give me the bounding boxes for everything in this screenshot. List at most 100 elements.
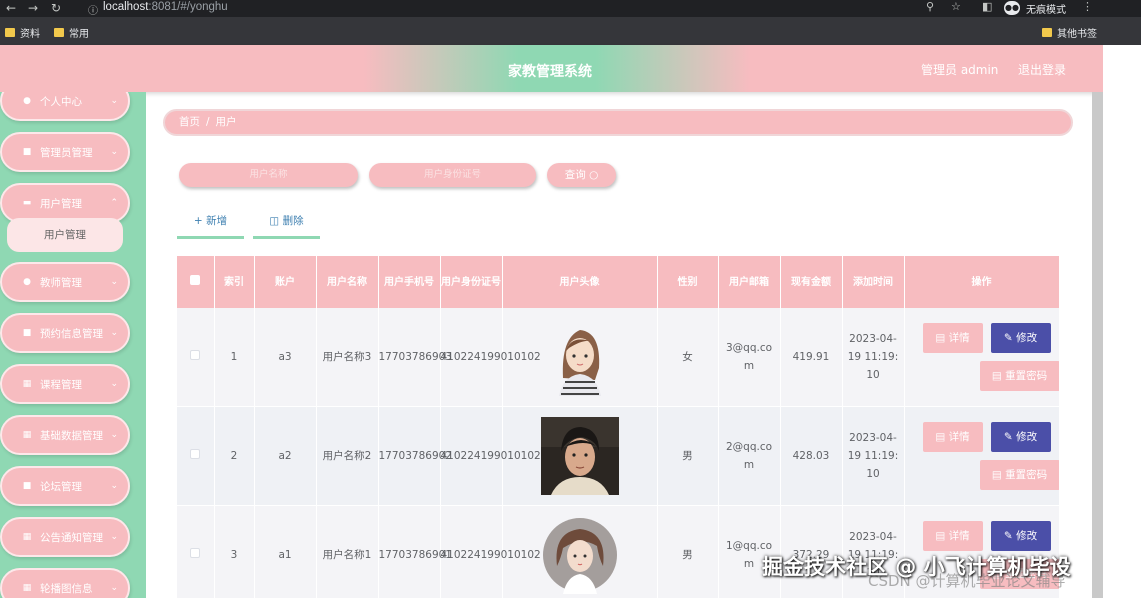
select-all-checkbox[interactable] [177,256,215,308]
bookmark-folder-ziliao[interactable]: 资料 [5,25,40,40]
folder-icon [1042,28,1052,37]
delete-row-button[interactable] [1058,323,1059,353]
pencil-icon: ✎ [1003,530,1013,542]
sidebar-item-carousel-info[interactable]: ▦ 轮播图信息 ⌄ [0,568,130,598]
bookmarks-bar: 资料 常用 其他书签 [0,17,1141,45]
bookmark-folder-other[interactable]: 其他书签 [1042,25,1097,40]
breadcrumb-home[interactable]: 首页 [179,116,200,128]
admin-label: 管理员 admin [921,63,999,77]
col-account[interactable]: 账户 [254,256,317,308]
reset-password-button[interactable]: ▤ 重置密码 [979,361,1059,391]
id-card-search-input[interactable]: 用户身份证号 [369,163,536,187]
pencil-icon: ✎ [1003,332,1013,344]
sidebar-item-admin-manage[interactable]: ■ 管理员管理 ⌄ [0,132,130,172]
col-balance[interactable]: 现有金额 [780,256,843,308]
card-icon: ▬ [22,198,32,208]
sidebar-item-course-manage[interactable]: ▦ 课程管理 ⌄ [0,364,130,404]
col-email[interactable]: 用户邮箱 [718,256,781,308]
edit-button[interactable]: ✎ 修改 [990,422,1051,452]
cell-id-card: 410224199010102002 [440,406,561,506]
edit-button[interactable]: ✎ 修改 [990,521,1051,551]
site-info-icon[interactable]: ⓘ [88,2,98,17]
bookmark-folder-changyong[interactable]: 常用 [54,25,89,40]
folder-icon [54,28,64,37]
key-icon[interactable]: ⚲ [926,0,934,13]
chevron-down-icon: ⌄ [110,96,118,106]
incognito-label[interactable]: 无痕模式 [1026,1,1066,16]
sidebar-item-notice-manage[interactable]: ▦ 公告通知管理 ⌄ [0,517,130,557]
add-button[interactable]: + 新增 [177,208,244,239]
sidebar-item-personal-center[interactable]: ● 个人中心 ⌄ [0,92,130,121]
cell-gender: 女 [657,308,719,407]
address-bar[interactable]: localhost:8081/#/yonghu [103,1,228,13]
back-icon[interactable]: ← [6,1,16,15]
chevron-down-icon: ⌄ [110,147,118,157]
sidebar-item-booking-manage[interactable]: ■ 预约信息管理 ⌄ [0,313,130,353]
sidebar-item-teacher-manage[interactable]: ● 教师管理 ⌄ [0,262,130,302]
cell-gender: 男 [657,406,719,506]
cell-account: a2 [254,406,317,506]
sidebar-item-forum-manage[interactable]: ■ 论坛管理 ⌄ [0,466,130,506]
sidebar-item-user-manage[interactable]: ▬ 用户管理 ⌃ [0,183,130,223]
cell-actions: ▤ 详情 ✎ 修改 ▤ 重置密码 [904,308,1059,407]
col-gender[interactable]: 性别 [657,256,719,308]
logout-link[interactable]: 退出登录 [1018,61,1066,78]
delete-row-button[interactable] [1058,521,1059,551]
user-name-search-input[interactable]: 用户名称 [179,163,358,187]
delete-row-button[interactable] [1058,422,1059,452]
col-id-card[interactable]: 用户身份证号 [440,256,503,308]
row-checkbox[interactable] [177,505,215,598]
cell-gender: 男 [657,505,719,598]
reset-password-button[interactable]: ▤ 重置密码 [979,460,1059,490]
col-added-time[interactable]: 添加时间 [842,256,905,308]
clipboard-icon: ■ [22,147,32,157]
col-avatar[interactable]: 用户头像 [502,256,658,308]
user-avatar-image[interactable] [540,516,619,594]
sidebar-item-base-data-manage[interactable]: ▦ 基础数据管理 ⌄ [0,415,130,455]
document-icon: ▤ [935,530,946,542]
detail-button[interactable]: ▤ 详情 [922,422,983,452]
menu-icon[interactable]: ⋮ [1082,0,1093,13]
search-button[interactable]: 查询 ○ [547,163,616,187]
row-checkbox[interactable] [177,308,215,407]
cell-phone: 17703786901 [378,505,452,598]
delete-button[interactable]: ◫ 删除 [253,208,320,239]
col-user-name[interactable]: 用户名称 [316,256,379,308]
star-icon[interactable]: ☆ [951,0,961,13]
reload-icon[interactable]: ↻ [51,1,61,15]
cell-user-name: 用户名称3 [316,308,379,407]
incognito-icon[interactable]: ●● [1004,1,1020,15]
chevron-down-icon: ⌄ [110,277,118,287]
document-icon: ▤ [935,431,946,443]
edit-button[interactable]: ✎ 修改 [990,323,1051,353]
col-phone[interactable]: 用户手机号 [378,256,441,308]
cell-phone: 17703786902 [378,406,452,506]
chevron-down-icon: ⌄ [110,532,118,542]
user-avatar-image[interactable] [540,417,619,495]
document-icon: ▤ [991,469,1002,481]
cell-added-time: 2023-04-19 11:19:10 [842,406,905,506]
forward-icon[interactable]: → [28,1,38,15]
user-avatar-image[interactable] [540,318,619,396]
cell-user-name: 用户名称1 [316,505,379,598]
col-index[interactable]: 索引 [214,256,255,308]
sidebar: ● 个人中心 ⌄ ■ 管理员管理 ⌄ ▬ 用户管理 ⌃ 用户管理 ● 教师管理 … [0,92,146,598]
chevron-down-icon: ⌄ [110,379,118,389]
table-header-row: 索引 账户 用户名称 用户手机号 用户身份证号 用户头像 性别 用户邮箱 现有金… [177,256,1059,308]
cell-phone: 17703786903 [378,308,452,407]
briefcase-icon: ■ [22,328,32,338]
cell-email: 3@qq.com [718,308,781,407]
folder-icon [5,28,15,37]
sidepanel-icon[interactable]: ◧ [982,0,992,13]
breadcrumb-separator: / [206,116,210,128]
submenu-item-user-manage[interactable]: 用户管理 [7,218,123,252]
grid-icon: ▦ [22,430,32,440]
cell-index: 3 [214,505,255,598]
detail-button[interactable]: ▤ 详情 [922,323,983,353]
document-icon: ■ [22,481,32,491]
detail-button[interactable]: ▤ 详情 [922,521,983,551]
row-checkbox[interactable] [177,406,215,506]
grid-icon: ▦ [22,379,32,389]
breadcrumb: 首页 / 用户 [163,109,1073,136]
page-scrollbar[interactable] [1092,92,1103,598]
